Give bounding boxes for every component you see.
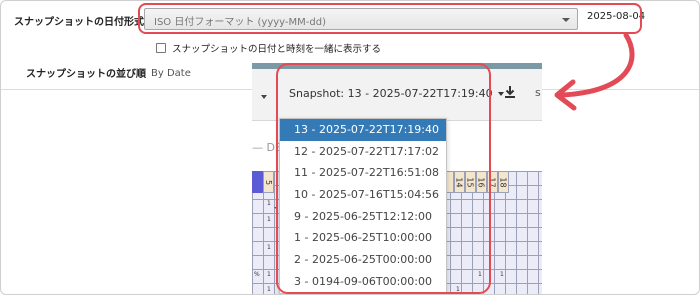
grid-header-text: 16: [477, 176, 486, 188]
ds-label: — DS: [252, 141, 282, 154]
snapshot-option[interactable]: 2 - 2025-06-25T00:00:00: [280, 249, 446, 271]
grid-header-text: 5: [264, 179, 273, 185]
snapshot-option[interactable]: 13 - 2025-07-22T17:19:40: [280, 119, 446, 141]
snapshot-toolbar: Snapshot: 13 - 2025-07-22T17:19:40 s: [252, 63, 542, 121]
grid-cell-value: 1: [267, 216, 271, 223]
snapshot-dropdown-list: 13 - 2025-07-22T17:19:40 12 - 2025-07-22…: [279, 118, 447, 294]
grid-header-text: 17: [488, 176, 497, 188]
grid-cell-value: 1: [456, 286, 460, 293]
grid-header-text: 15: [466, 176, 475, 188]
grid-header-text: 18: [499, 176, 508, 188]
grid-header-cell: 17: [487, 171, 498, 193]
grid-cell-value: 1: [478, 271, 482, 278]
screenshot-frame: スナップショットの日付形式 ISO 日付フォーマット (yyyy-MM-dd) …: [0, 0, 700, 295]
curved-arrow-icon: [554, 32, 635, 111]
toolbar-partial-text: s: [535, 86, 541, 99]
snapshot-option[interactable]: 3 - 0194-09-06T00:00:00: [280, 271, 446, 293]
show-time-checkbox[interactable]: [156, 43, 166, 53]
download-icon[interactable]: [503, 85, 517, 99]
grid-cell-value: 1: [500, 271, 504, 278]
snapshot-option[interactable]: 10 - 2025-07-16T15:04:56: [280, 184, 446, 206]
grid-cell-value: 1: [267, 286, 271, 293]
grid-header-text: 14: [455, 176, 464, 188]
toolbar-top-strip: [252, 63, 542, 69]
grid-highlight-column: [252, 171, 263, 193]
sort-label: スナップショットの並び順: [26, 69, 146, 80]
date-preview: 2025-08-04: [587, 11, 646, 22]
show-time-option[interactable]: スナップショットの日付と時刻を一緒に表示する: [156, 41, 381, 55]
grid-comment-marker: [274, 207, 278, 211]
show-time-label: スナップショットの日付と時刻を一緒に表示する: [172, 44, 382, 55]
grid-header-cell: 16: [476, 171, 487, 193]
sort-value[interactable]: By Date: [151, 68, 191, 79]
snapshot-option[interactable]: 12 - 2025-07-22T17:17:02: [280, 141, 446, 163]
snapshot-option[interactable]: 11 - 2025-07-22T16:51:08: [280, 162, 446, 184]
snapshot-option[interactable]: 1 - 2025-06-25T10:00:00: [280, 227, 446, 249]
snapshot-select-button[interactable]: Snapshot: 13 - 2025-07-22T17:19:40: [289, 87, 504, 100]
date-format-select[interactable]: ISO 日付フォーマット (yyyy-MM-dd): [144, 8, 578, 30]
grid-header-cell: 15: [465, 171, 476, 193]
grid-header-cell: 5: [263, 171, 274, 193]
chevron-down-icon[interactable]: [261, 95, 267, 99]
chevron-down-icon: [562, 18, 570, 22]
grid-cell-value: 1: [267, 244, 271, 251]
grid-cell-value: %: [254, 271, 260, 278]
grid-cell-value: 1: [267, 271, 271, 278]
date-format-label: スナップショットの日付形式: [14, 17, 144, 28]
snapshot-option[interactable]: 9 - 2025-06-25T12:12:00: [280, 206, 446, 228]
grid-header-cell: 14: [454, 171, 465, 193]
grid-cell-value: 1: [267, 200, 271, 207]
grid-header-cell: 18: [498, 171, 509, 193]
snapshot-select-label: Snapshot: 13 - 2025-07-22T17:19:40: [289, 87, 493, 100]
grid-header-row: 14 15 16 17 18: [443, 171, 509, 193]
date-format-value: ISO 日付フォーマット (yyyy-MM-dd): [154, 17, 326, 28]
